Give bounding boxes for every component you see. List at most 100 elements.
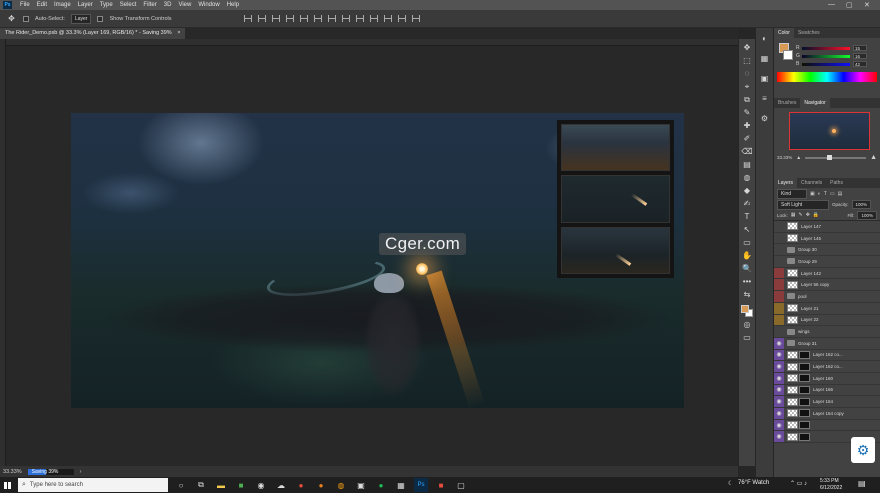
menu-select[interactable]: Select	[120, 2, 137, 8]
type-tool-icon[interactable]: T	[742, 212, 753, 222]
layer-visibility-eye-icon[interactable]: ◉	[774, 408, 784, 419]
navigator-zoom-handle[interactable]	[827, 154, 833, 160]
brush-tool-icon[interactable]: ✐	[742, 134, 753, 144]
start-button[interactable]	[0, 477, 14, 493]
layer-row[interactable]: pool	[774, 291, 880, 303]
distribute-top-icon[interactable]	[327, 15, 336, 22]
firefox-icon[interactable]: ●	[314, 478, 328, 492]
move-tool-preset-icon[interactable]: ✥	[6, 14, 17, 24]
layer-visibility-eye-icon[interactable]	[774, 233, 784, 244]
history-panel-icon[interactable]: ◐	[759, 34, 770, 44]
layer-mask-thumbnail[interactable]	[799, 397, 810, 406]
align-bottom-icon[interactable]	[313, 15, 322, 22]
filter-smart-icon[interactable]: ▤	[838, 191, 843, 197]
zoom-in-icon[interactable]: ▲	[870, 154, 877, 161]
foreground-color-swatch[interactable]	[741, 305, 749, 313]
layer-mask-thumbnail[interactable]	[799, 350, 810, 359]
auto-select-dropdown[interactable]: Layer	[70, 13, 92, 24]
file-explorer-icon[interactable]: ▬	[214, 478, 228, 492]
filter-type-icon[interactable]: T	[824, 191, 827, 197]
app-grey-icon[interactable]: ▦	[394, 478, 408, 492]
fill-field[interactable]: 100%	[857, 210, 877, 220]
layer-row[interactable]: ◉ Layer 162 co...	[774, 349, 880, 362]
menu-help[interactable]: Help	[227, 2, 239, 8]
menu-3d[interactable]: 3D	[164, 2, 172, 8]
layer-row[interactable]: Layer 21	[774, 302, 880, 315]
taskbar-search-box[interactable]: ⌕ Type here to search	[18, 478, 168, 492]
layer-mask-thumbnail[interactable]	[799, 362, 810, 371]
foreground-background-swatch[interactable]	[741, 305, 753, 317]
lock-pixels-icon[interactable]: ✎	[799, 212, 803, 218]
gradient-tool-icon[interactable]: ▤	[742, 160, 753, 170]
layer-visibility-eye-icon[interactable]: ◉	[774, 384, 784, 395]
pen-tool-icon[interactable]: ✍	[742, 199, 753, 209]
app-red-icon[interactable]: ■	[434, 478, 448, 492]
weather-text[interactable]: 76°F Watch	[738, 480, 769, 486]
blue-slider[interactable]	[802, 62, 850, 66]
distribute-right-icon[interactable]	[397, 15, 406, 22]
task-view-icon[interactable]: ⧉	[194, 478, 208, 492]
quick-mask-icon[interactable]: ◎	[742, 320, 753, 330]
menu-view[interactable]: View	[178, 2, 191, 8]
clock-date[interactable]: 6/12/2022	[820, 485, 842, 491]
layer-mask-thumbnail[interactable]	[799, 421, 810, 430]
layer-filter-dropdown[interactable]: Kind	[777, 188, 807, 199]
tab-brushes[interactable]: Brushes	[774, 98, 800, 108]
layer-row[interactable]: ◉ Layer 164 copy	[774, 408, 880, 420]
layer-row[interactable]: Group 29	[774, 256, 880, 268]
app-white-icon[interactable]: ▢	[454, 478, 468, 492]
zoom-out-icon[interactable]: ▲	[796, 155, 801, 161]
layer-visibility-eye-icon[interactable]	[774, 256, 784, 267]
tab-color[interactable]: Color	[774, 28, 794, 38]
minimize-button[interactable]: —	[828, 1, 835, 8]
menu-image[interactable]: Image	[54, 2, 71, 8]
zoom-tool-icon[interactable]: 🔍	[742, 264, 753, 274]
layer-row[interactable]: ◉ Layer 164	[774, 396, 880, 408]
hand-tool-icon[interactable]: ✋	[742, 251, 753, 261]
layer-row[interactable]: Layer 22	[774, 314, 880, 327]
layer-mask-thumbnail[interactable]	[799, 409, 810, 418]
chrome-icon[interactable]: ●	[294, 478, 308, 492]
distribute-bottom-icon[interactable]	[355, 15, 364, 22]
auto-align-icon[interactable]	[411, 15, 420, 22]
layer-row[interactable]: ◉ Layer 162 co...	[774, 361, 880, 373]
clock-time[interactable]: 5:33 PM	[820, 478, 839, 484]
layer-row[interactable]: ◉ Group 31	[774, 337, 880, 350]
screen-mode-icon[interactable]: ▭	[742, 333, 753, 343]
layer-visibility-eye-icon[interactable]	[774, 291, 784, 302]
layer-row[interactable]: Layer 145	[774, 233, 880, 245]
layer-visibility-eye-icon[interactable]: ◉	[774, 431, 784, 442]
tab-channels[interactable]: Channels	[797, 178, 826, 188]
layer-row[interactable]: ◉ Layer 166	[774, 384, 880, 397]
align-right-icon[interactable]	[271, 15, 280, 22]
layer-visibility-eye-icon[interactable]: ◉	[774, 420, 784, 431]
menu-edit[interactable]: Edit	[37, 2, 47, 8]
layer-visibility-eye-icon[interactable]	[774, 221, 784, 232]
distribute-left-icon[interactable]	[369, 15, 378, 22]
transform-controls-checkbox[interactable]	[97, 15, 104, 22]
align-top-icon[interactable]	[285, 15, 294, 22]
filter-shape-icon[interactable]: ▭	[830, 191, 835, 197]
steam-icon[interactable]: ◉	[254, 478, 268, 492]
layer-visibility-eye-icon[interactable]: ◉	[774, 349, 784, 360]
eraser-tool-icon[interactable]: ⌫	[741, 147, 752, 157]
filter-pixel-icon[interactable]: ▣	[810, 191, 815, 197]
layer-visibility-eye-icon[interactable]	[774, 268, 784, 279]
lasso-tool-icon[interactable]: ◌	[742, 69, 753, 79]
distribute-center-icon[interactable]	[383, 15, 392, 22]
swap-colors-icon[interactable]: ⇆	[742, 290, 753, 300]
lock-position-icon[interactable]: ✥	[806, 212, 810, 218]
tab-navigator[interactable]: Navigator	[800, 98, 830, 108]
cortana-icon[interactable]: ○	[174, 478, 188, 492]
color-spectrum[interactable]	[777, 72, 877, 82]
tray-icons[interactable]: ⌃ ▭ ♪	[790, 480, 807, 487]
tab-paths[interactable]: Paths	[826, 178, 847, 188]
layer-mask-thumbnail[interactable]	[799, 432, 810, 441]
document-tab[interactable]: The Rider_Demo.psb @ 33.3% (Layer 169, R…	[0, 28, 186, 39]
quick-select-tool-icon[interactable]: ⌖	[742, 82, 753, 92]
photoshop-taskbar-icon[interactable]: Ps	[414, 478, 428, 492]
green-slider[interactable]	[802, 54, 850, 58]
menu-type[interactable]: Type	[100, 2, 113, 8]
layer-mask-thumbnail[interactable]	[799, 385, 810, 394]
artwork-canvas[interactable]	[71, 113, 684, 408]
